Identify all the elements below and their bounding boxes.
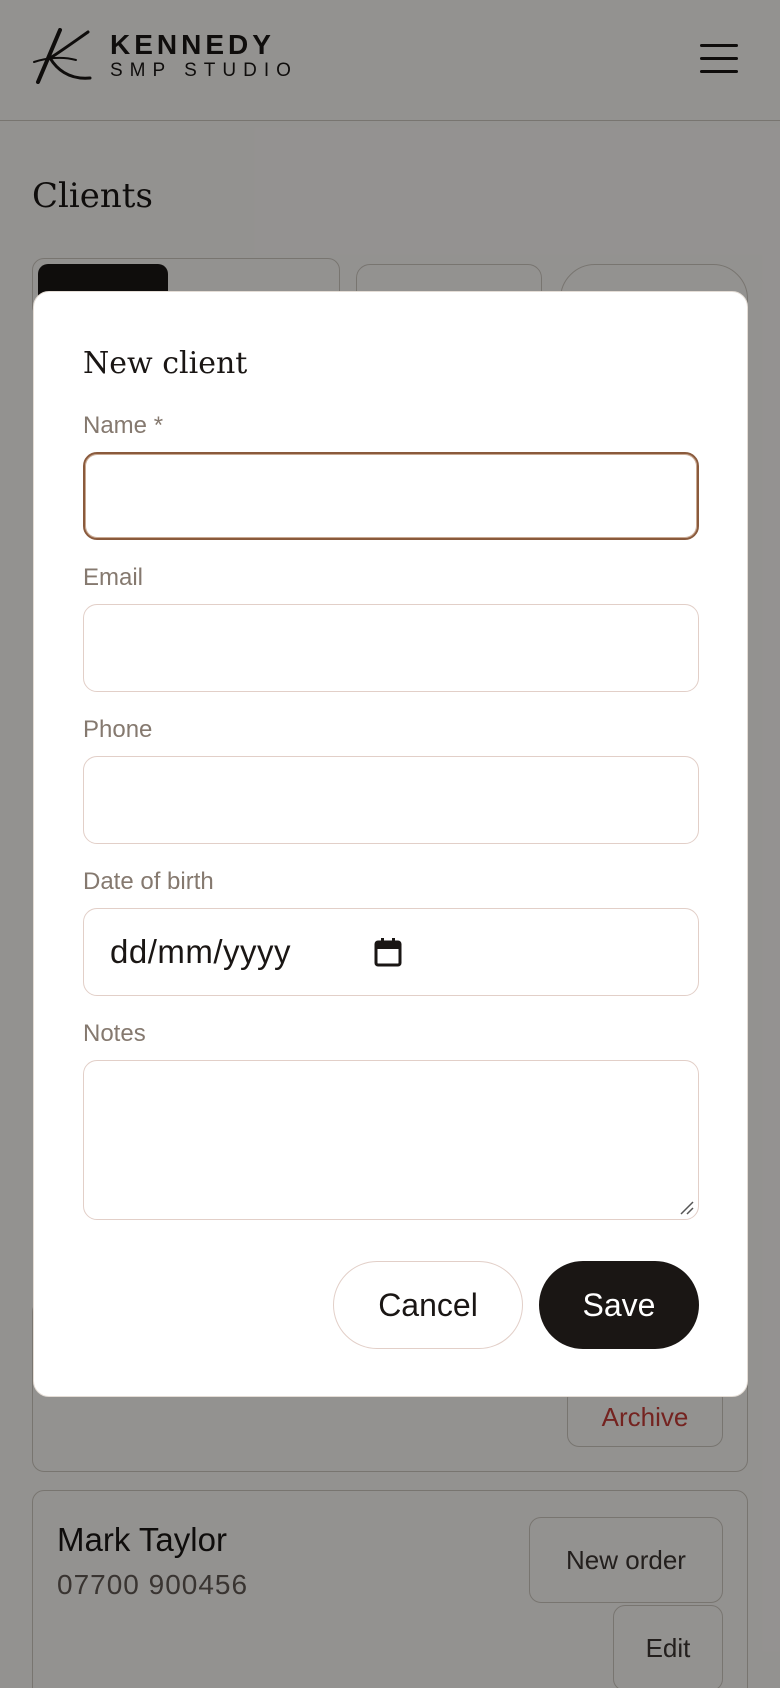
- name-input[interactable]: [83, 452, 699, 540]
- save-button[interactable]: Save: [539, 1261, 699, 1349]
- notes-label: Notes: [83, 1020, 146, 1047]
- notes-textarea[interactable]: [83, 1060, 699, 1220]
- dob-placeholder: dd/mm/yyyy: [110, 933, 292, 970]
- email-label: Email: [83, 564, 144, 591]
- email-input[interactable]: [83, 604, 699, 692]
- new-client-modal: New client Name * Email Phone Date of bi…: [33, 291, 748, 1397]
- resize-handle-icon[interactable]: [678, 1199, 694, 1215]
- dob-input[interactable]: dd/mm/yyyy: [83, 908, 699, 996]
- phone-label: Phone: [83, 716, 153, 743]
- phone-input[interactable]: [83, 756, 699, 844]
- name-label: Name *: [83, 412, 164, 439]
- dob-label: Date of birth: [83, 868, 214, 895]
- cancel-button[interactable]: Cancel: [333, 1261, 523, 1349]
- calendar-icon[interactable]: [374, 937, 402, 967]
- modal-title: New client: [83, 346, 248, 381]
